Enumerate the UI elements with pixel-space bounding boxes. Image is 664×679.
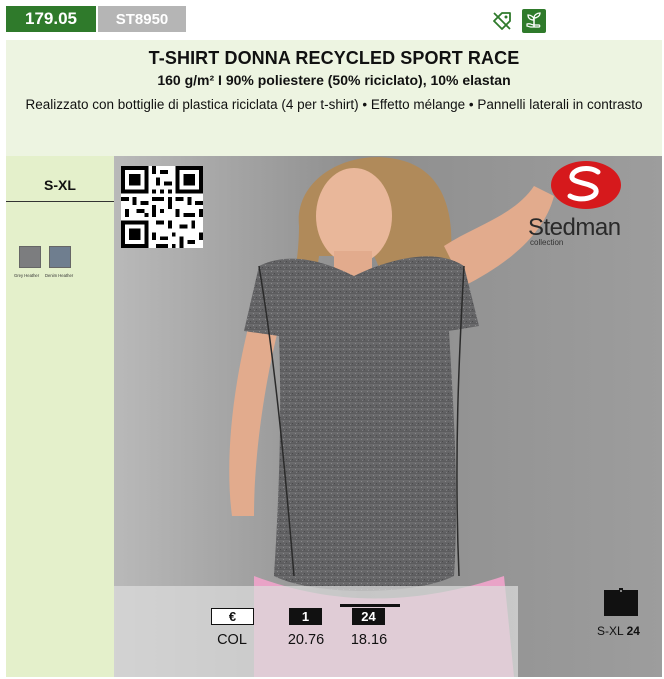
recycled-tag-icon bbox=[490, 9, 514, 33]
pack-sizes: S-XL bbox=[597, 624, 627, 638]
qty-24-header: 24 bbox=[352, 608, 385, 625]
row-label: COL bbox=[217, 632, 247, 648]
pack-qty: 24 bbox=[626, 624, 640, 638]
swatch-label-denim-heather: Denim Heather bbox=[45, 273, 74, 278]
qty-24-bar bbox=[340, 604, 400, 607]
swatch-denim-heather bbox=[49, 246, 71, 268]
product-specs: 160 g/m² I 90% poliestere (50% riciclato… bbox=[157, 72, 511, 88]
swatch-grey-heather bbox=[19, 246, 41, 268]
eco-badges bbox=[490, 9, 546, 33]
swatch-label-grey-heather: Grey Heather bbox=[14, 273, 40, 278]
qty-1-header: 1 bbox=[289, 608, 322, 625]
price-qty-24: 18.16 bbox=[350, 632, 388, 648]
sidebar: S-XL Grey Heather Denim Heather bbox=[6, 156, 114, 677]
pack-info: S-XL 24 bbox=[597, 624, 640, 638]
qr-code[interactable] bbox=[121, 166, 203, 248]
page-code: 179.05 bbox=[6, 6, 96, 32]
sku-code: ST8950 bbox=[98, 6, 186, 32]
eco-plant-icon bbox=[522, 9, 546, 33]
size-range: S-XL bbox=[44, 177, 76, 193]
product-description: Realizzato con bottiglie di plastica ric… bbox=[25, 97, 643, 112]
price-qty-1: 20.76 bbox=[287, 632, 325, 648]
brand-logo: Stedman collection bbox=[528, 158, 656, 252]
brand-subtitle: collection bbox=[530, 238, 564, 247]
box-icon bbox=[604, 588, 638, 616]
divider bbox=[6, 201, 114, 202]
product-header: T-SHIRT DONNA RECYCLED SPORT RACE 160 g/… bbox=[6, 40, 662, 156]
product-title: T-SHIRT DONNA RECYCLED SPORT RACE bbox=[148, 48, 520, 68]
currency-header: € bbox=[211, 608, 254, 625]
price-table: € 1 24 COL 20.76 18.16 bbox=[114, 586, 518, 677]
stedman-swoosh-icon bbox=[551, 161, 621, 209]
